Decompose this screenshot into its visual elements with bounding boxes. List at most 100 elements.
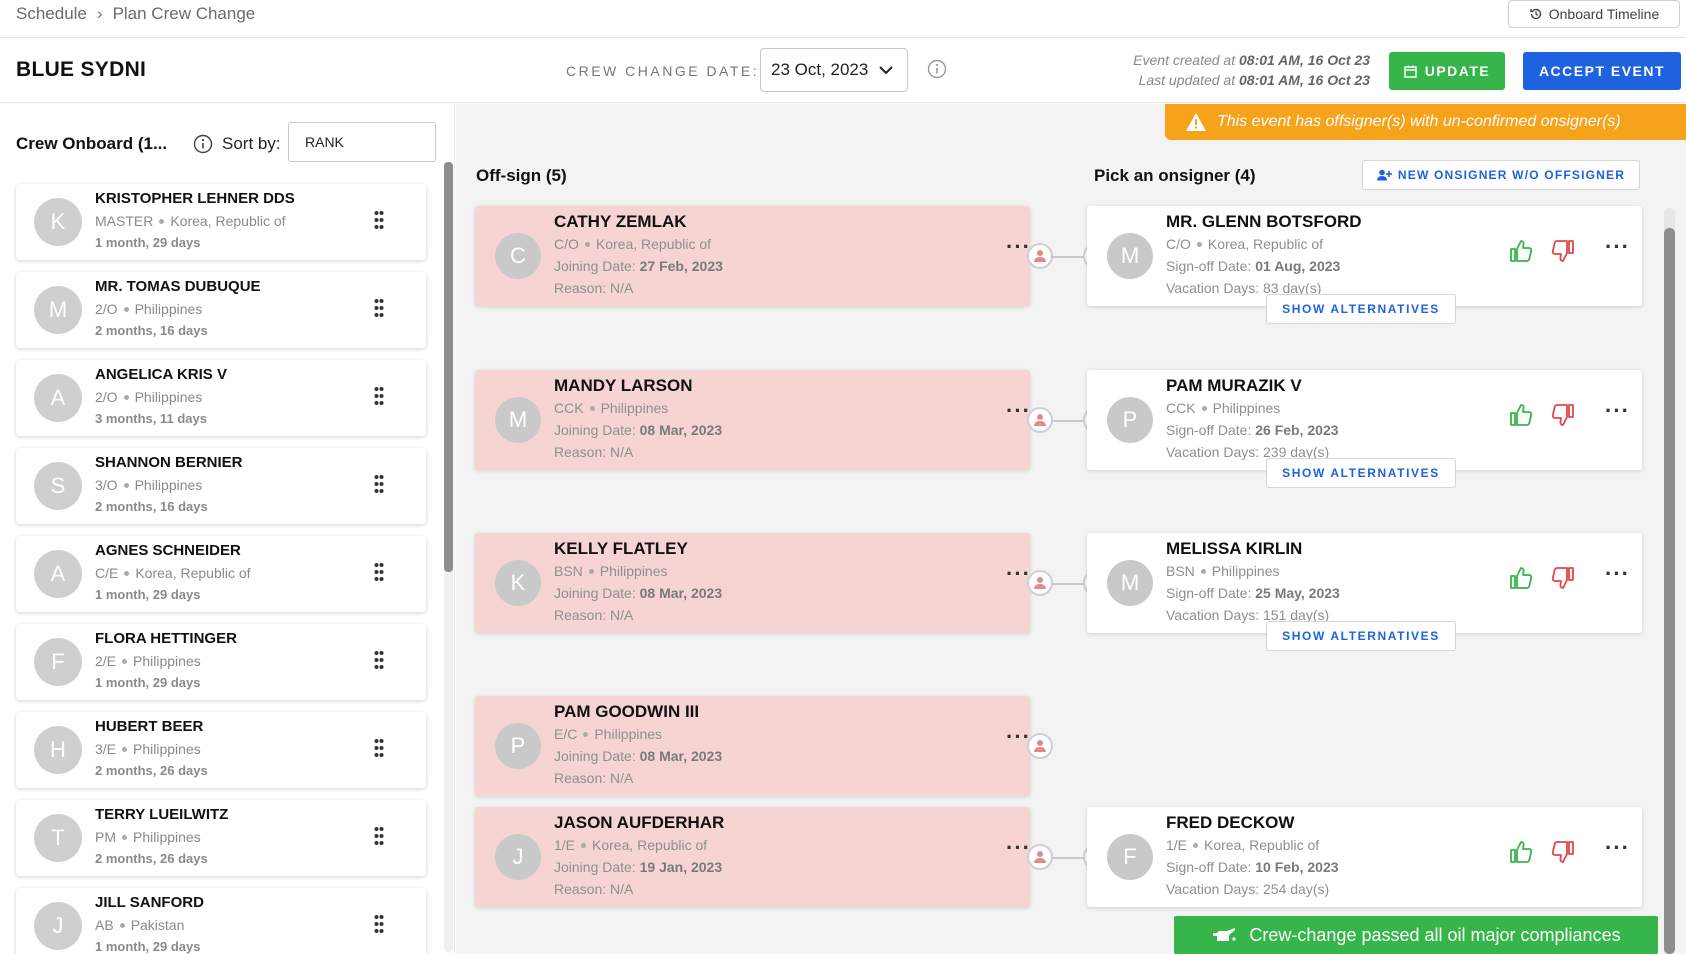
crew-card[interactable]: F FLORA HETTINGER 2/E Philippines 1 month, 2… [16, 624, 426, 700]
drag-handle-icon[interactable] [374, 210, 384, 230]
drag-handle-icon[interactable] [374, 474, 384, 494]
main-scroll-thumb[interactable] [1664, 228, 1675, 954]
oil-can-icon [1213, 928, 1237, 941]
crew-card[interactable]: S SHANNON BERNIER 3/O Philippines 2 months, … [16, 448, 426, 524]
drag-handle-icon[interactable] [374, 562, 384, 582]
crew-card[interactable]: H HUBERT BEER 3/E Philippines 2 months, 26 d… [16, 712, 426, 788]
offsigner-card[interactable]: P PAM GOODWIN III E/C Philippines Joining… [475, 696, 1030, 796]
crew-card[interactable]: A ANGELICA KRIS V 2/O Philippines 3 months, … [16, 360, 426, 436]
avatar: J [34, 902, 82, 950]
crew-duration: 2 months, 26 days [95, 763, 208, 778]
crew-country: Philippines [134, 389, 203, 405]
more-options-icon[interactable]: ··· [1605, 837, 1630, 859]
crew-country: Philippines [134, 477, 203, 493]
show-alternatives-button[interactable]: SHOW ALTERNATIVES [1266, 621, 1456, 651]
crew-card[interactable]: A AGNES SCHNEIDER C/E Korea, Republic of 1 m… [16, 536, 426, 612]
crew-name: ANGELICA KRIS V [95, 366, 227, 383]
avatar: F [34, 638, 82, 686]
more-options-icon[interactable]: ··· [1605, 563, 1630, 585]
drag-handle-icon[interactable] [374, 914, 384, 934]
onsigner-rank: 1/E [1166, 837, 1188, 853]
add-user-icon [1376, 169, 1392, 181]
crew-name: HUBERT BEER [95, 718, 204, 735]
crew-duration: 2 months, 16 days [95, 323, 208, 338]
avatar: M [1107, 233, 1153, 279]
drag-handle-icon[interactable] [374, 298, 384, 318]
crew-change-date-label: CREW CHANGE DATE: [566, 63, 760, 79]
accept-event-button[interactable]: ACCEPT EVENT [1523, 52, 1681, 90]
thumbs-down-icon[interactable] [1550, 238, 1576, 264]
warning-banner: This event has offsigner(s) with un-conf… [1165, 104, 1686, 140]
offsigner-rank: BSN [554, 563, 583, 579]
drag-handle-icon[interactable] [374, 738, 384, 758]
drag-handle-icon[interactable] [374, 386, 384, 406]
offsigner-card[interactable]: M MANDY LARSON CCK Philippines Joining Da… [475, 370, 1030, 470]
crew-name: TERRY LUEILWITZ [95, 806, 229, 823]
show-alternatives-button[interactable]: SHOW ALTERNATIVES [1266, 294, 1456, 324]
offsigner-card[interactable]: J JASON AUFDERHAR 1/E Korea, Republic of … [475, 807, 1030, 907]
breadcrumb-bar: Schedule › Plan Crew Change Onboard Time… [0, 0, 1686, 38]
avatar: S [34, 462, 82, 510]
thumbs-up-icon[interactable] [1508, 402, 1534, 428]
crew-card[interactable]: K KRISTOPHER LEHNER DDS MASTER Korea, Repub… [16, 184, 426, 260]
thumbs-up-icon[interactable] [1508, 565, 1534, 591]
crew-name: FLORA HETTINGER [95, 630, 237, 647]
more-options-icon[interactable]: ··· [1605, 400, 1630, 422]
crew-card[interactable]: T TERRY LUEILWITZ PM Philippines 2 months, 2… [16, 800, 426, 876]
offsign-title: Off-sign (5) [476, 166, 567, 185]
offsign-reason: N/A [610, 770, 634, 786]
thumbs-up-icon[interactable] [1508, 238, 1534, 264]
crew-change-date-select[interactable]: 23 Oct, 2023 [760, 48, 908, 92]
sidebar-scroll-thumb[interactable] [444, 162, 453, 572]
joining-date: 08 Mar, 2023 [639, 422, 723, 438]
compliance-text: Crew-change passed all oil major complia… [1249, 924, 1621, 945]
offsigner-country: Philippines [600, 400, 669, 416]
drag-handle-icon[interactable] [374, 650, 384, 670]
onsigner-card[interactable]: M MR. GLENN BOTSFORD C/O Korea, Republic … [1087, 206, 1642, 306]
offsigner-card[interactable]: K KELLY FLATLEY BSN Philippines Joining D… [475, 533, 1030, 633]
crew-card[interactable]: J JILL SANFORD AB Pakistan 1 month, 29 days [16, 888, 426, 954]
offsign-reason: N/A [610, 444, 634, 460]
offsigner-link-icon [1027, 243, 1053, 269]
onsigner-country: Philippines [1211, 563, 1280, 579]
onsigner-name: MR. GLENN BOTSFORD [1166, 212, 1362, 231]
crew-duration: 1 month, 29 days [95, 587, 201, 602]
drag-handle-icon[interactable] [374, 826, 384, 846]
onsigner-card[interactable]: F FRED DECKOW 1/E Korea, Republic of Sign… [1087, 807, 1642, 907]
new-onsigner-button[interactable]: NEW ONSIGNER W/O OFFSIGNER [1362, 160, 1640, 190]
main-scrollbar[interactable] [1664, 208, 1675, 954]
crew-country: Pakistan [130, 917, 185, 933]
crew-name: AGNES SCHNEIDER [95, 542, 241, 559]
onsigner-rank: C/O [1166, 236, 1191, 252]
offsigner-card[interactable]: C CATHY ZEMLAK C/O Korea, Republic of Joi… [475, 206, 1030, 306]
onsigner-card[interactable]: M MELISSA KIRLIN BSN Philippines Sign-off… [1087, 533, 1642, 633]
show-alternatives-button[interactable]: SHOW ALTERNATIVES [1266, 458, 1456, 488]
crew-rank: 3/O [95, 477, 118, 493]
onsigner-card[interactable]: P PAM MURAZIK V CCK Philippines Sign-off … [1087, 370, 1642, 470]
crew-duration: 2 months, 16 days [95, 499, 208, 514]
info-icon[interactable] [193, 134, 213, 154]
thumbs-down-icon[interactable] [1550, 402, 1576, 428]
offsigner-link-icon [1027, 407, 1053, 433]
avatar: M [1107, 560, 1153, 606]
sort-by-select[interactable]: RANK [288, 122, 436, 162]
breadcrumb-schedule[interactable]: Schedule [16, 4, 87, 24]
thumbs-down-icon[interactable] [1550, 839, 1576, 865]
info-icon[interactable] [927, 59, 947, 79]
onsigner-rank: BSN [1166, 563, 1195, 579]
crew-rank: 2/O [95, 389, 118, 405]
crew-card[interactable]: M MR. TOMAS DUBUQUE 2/O Philippines 2 months… [16, 272, 426, 348]
onboard-timeline-button[interactable]: Onboard Timeline [1508, 0, 1680, 28]
thumbs-up-icon[interactable] [1508, 839, 1534, 865]
update-button[interactable]: UPDATE [1389, 52, 1505, 90]
thumbs-down-icon[interactable] [1550, 565, 1576, 591]
chevron-down-icon [879, 66, 894, 75]
crew-name: JILL SANFORD [95, 894, 204, 911]
offsigner-link-icon [1027, 733, 1053, 759]
warning-text: This event has offsigner(s) with un-conf… [1217, 113, 1621, 130]
onboard-timeline-label: Onboard Timeline [1548, 6, 1660, 22]
sidebar-scrollbar[interactable] [444, 162, 453, 952]
joining-date: 19 Jan, 2023 [639, 859, 723, 875]
more-options-icon[interactable]: ··· [1605, 236, 1630, 258]
crew-rank: 2/E [95, 653, 117, 669]
